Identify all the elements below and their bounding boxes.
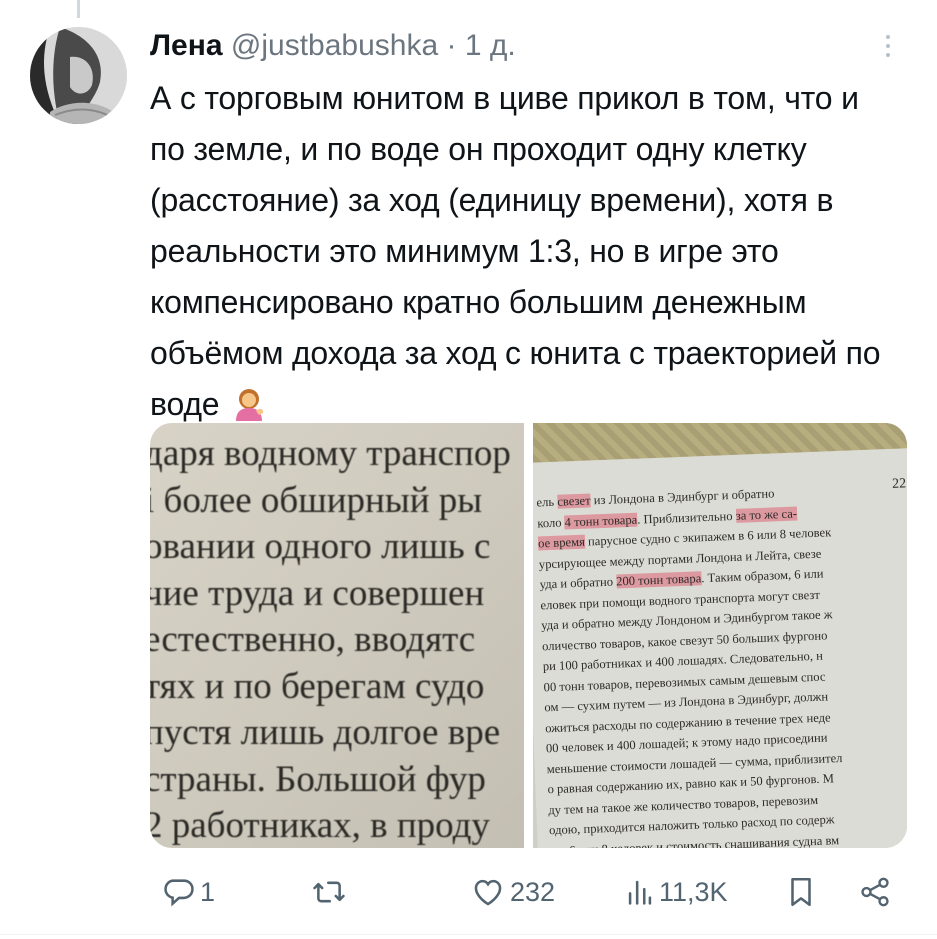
tweet-media: даря водному транспор і более обширный ры… <box>150 423 907 848</box>
like-count: 232 <box>510 876 556 907</box>
views-count: 11,3K <box>659 876 728 907</box>
media-image-right[interactable]: 22 ель свезет из Лондона в Эдинбург и об… <box>533 423 907 848</box>
reply-icon <box>164 879 194 907</box>
reply-count: 1 <box>200 876 216 907</box>
heart-icon <box>474 879 502 906</box>
tweet-text: А с торговым юнитом в циве прикол в том,… <box>150 73 890 436</box>
highlighted-segment: 4 тонн товара <box>564 512 638 529</box>
left-image-line: страны. Большой фур <box>150 758 486 800</box>
author-name[interactable]: Лена <box>150 29 223 62</box>
highlighted-segment: ое время <box>537 534 586 551</box>
left-image-line: овании одного лишь с <box>150 526 491 567</box>
left-image-line: даря водному транспор <box>150 433 511 474</box>
left-image-line: 2 работниках, в проду <box>150 805 490 846</box>
share-button[interactable] <box>858 866 892 918</box>
line-segment: уда и обратно <box>539 574 617 592</box>
divider <box>0 934 937 935</box>
page-number: 22 <box>891 476 907 492</box>
highlighted-segment: свезет <box>557 493 591 509</box>
line-segment: . Таким образом, 6 или <box>700 566 824 586</box>
media-image-left[interactable]: даря водному транспор і более обширный ры… <box>150 423 524 848</box>
right-image-text: ель свезет из Лондона в Эдинбург и обрат… <box>536 481 847 848</box>
line-segment: из Лондона в Эдинбург и обратно <box>590 486 775 508</box>
retweet-icon <box>313 881 345 903</box>
retweet-button[interactable] <box>310 866 352 918</box>
tweet-timestamp[interactable]: 1 д. <box>465 29 516 62</box>
like-button[interactable]: 232 <box>470 866 555 918</box>
highlighted-segment: за то же са- <box>735 506 798 523</box>
left-image-line: і более обширный ры <box>150 479 483 521</box>
left-image-line: чие труда и совершен <box>150 572 485 614</box>
share-icon <box>861 877 889 907</box>
tweet-header: Лена @justbabushka · 1 д. <box>150 26 516 66</box>
left-image-line: пустя лишь долгое вре <box>150 712 501 753</box>
author-handle[interactable]: @justbabushka <box>231 29 438 62</box>
bookmark-button[interactable] <box>786 866 816 918</box>
views-icon <box>628 880 652 905</box>
line-segment: . Приблизительно <box>636 508 736 527</box>
left-image-text: даря водному транспор і более обширный ры… <box>150 431 524 848</box>
tweet-body: А с торговым юнитом в циве прикол в том,… <box>150 80 881 422</box>
reply-button[interactable]: 1 <box>162 866 215 918</box>
action-bar: 1 232 11,3K <box>150 866 907 918</box>
line-segment: коло <box>537 514 565 530</box>
highlighted-segment: 200 тонн товара <box>615 571 702 589</box>
thread-line <box>77 0 80 18</box>
line-segment: ель <box>536 494 558 510</box>
views-button[interactable]: 11,3K <box>625 866 728 918</box>
left-image-line: естественно, вводятс <box>150 619 476 660</box>
bookmark-icon <box>791 877 811 907</box>
avatar-photo <box>30 27 127 124</box>
left-image-line: тях и по берегам судо <box>150 665 485 707</box>
book-page: 22 ель свезет из Лондона в Эдинбург и об… <box>533 447 907 848</box>
header-separator: · <box>446 29 457 62</box>
more-options-icon[interactable] <box>877 30 899 66</box>
avatar[interactable] <box>30 27 127 124</box>
